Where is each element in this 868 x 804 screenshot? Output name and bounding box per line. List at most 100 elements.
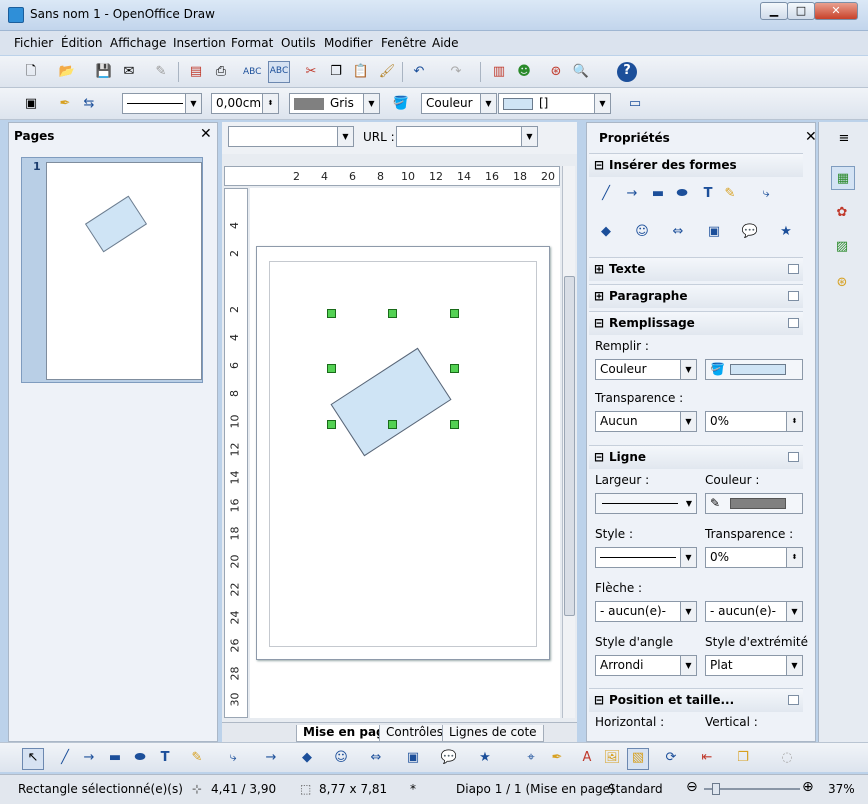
chart-icon[interactable]: ▥ xyxy=(490,63,508,81)
more-options-icon[interactable] xyxy=(788,318,799,328)
ellipse-tool-icon[interactable]: ⬬ xyxy=(131,749,149,767)
drawing-canvas[interactable] xyxy=(250,188,560,718)
flowchart-tool-icon[interactable]: ▣ xyxy=(404,749,422,767)
corner-style-dropdown[interactable]: Arrondi ▼ xyxy=(595,655,697,676)
line-width-input[interactable]: 0,00cm ⬍ xyxy=(211,93,279,114)
maximize-button[interactable]: □ xyxy=(787,2,815,20)
tab-dimension-lines[interactable]: Lignes de cote xyxy=(442,725,544,742)
menu-aide[interactable]: Aide xyxy=(432,36,459,50)
edit-file-icon[interactable]: ✎ xyxy=(152,63,170,81)
fontwork-icon[interactable]: A xyxy=(578,749,596,767)
arrow-end-dropdown[interactable]: - aucun(e)- ▼ xyxy=(705,601,803,622)
selection-handle[interactable] xyxy=(450,364,459,373)
fill-type-select[interactable]: Couleur ▼ xyxy=(421,93,497,114)
connector-shape-icon[interactable]: ⤷ xyxy=(757,185,775,203)
selection-handle[interactable] xyxy=(450,309,459,318)
transparency-percent-input[interactable]: 0% ⬍ xyxy=(705,411,803,432)
symbol-shapes-tool-icon[interactable]: ☺ xyxy=(332,749,350,767)
redo-icon[interactable]: ↷ xyxy=(447,63,465,81)
menu-modifier[interactable]: Modifier xyxy=(324,36,373,50)
section-paragraph[interactable]: ⊞ Paragraphe xyxy=(589,284,803,308)
basic-shapes-icon[interactable]: ◆ xyxy=(597,223,615,241)
basic-shapes-tool-icon[interactable]: ◆ xyxy=(298,749,316,767)
shadow-icon[interactable]: ▭ xyxy=(626,95,644,113)
section-shapes[interactable]: ⊟ Insérer des formes xyxy=(589,153,803,177)
block-arrows-icon[interactable]: ⇔ xyxy=(669,223,687,241)
print-icon[interactable]: ⎙ xyxy=(212,63,230,81)
menu-insertion[interactable]: Insertion xyxy=(173,36,226,50)
rectangle-tool-icon[interactable]: ▬ xyxy=(106,749,124,767)
selection-handle[interactable] xyxy=(327,364,336,373)
sidebar-menu-icon[interactable]: ≡ xyxy=(835,130,853,148)
toggle-3d-icon[interactable]: ◌ xyxy=(778,749,796,767)
zoom-out-icon[interactable]: ⊖ xyxy=(686,779,698,795)
spellcheck-icon[interactable]: ABC xyxy=(243,63,261,81)
selection-handle[interactable] xyxy=(388,309,397,318)
menu-fichier[interactable]: Fichier xyxy=(14,36,53,50)
selection-handle[interactable] xyxy=(327,420,336,429)
arrange-icon[interactable]: ❐ xyxy=(734,749,752,767)
undo-icon[interactable]: ↶ xyxy=(410,63,428,81)
zoom-in-icon[interactable]: ⊕ xyxy=(802,779,814,795)
transparency-dropdown[interactable]: Aucun ▼ xyxy=(595,411,697,432)
extrusion-icon[interactable]: ▧ xyxy=(627,748,649,770)
copy-icon[interactable]: ❐ xyxy=(327,63,345,81)
stars-icon[interactable]: ★ xyxy=(777,223,795,241)
line-transparency-input[interactable]: 0% ⬍ xyxy=(705,547,803,568)
rotate-icon[interactable]: ⟳ xyxy=(662,749,680,767)
open-folder-icon[interactable]: 📂 xyxy=(58,63,76,81)
scroll-thumb[interactable] xyxy=(564,276,575,616)
save-icon[interactable]: 💾 xyxy=(95,63,113,81)
menu-outils[interactable]: Outils xyxy=(281,36,316,50)
minimize-button[interactable]: ▁ xyxy=(760,2,788,20)
help-icon[interactable]: ? xyxy=(617,62,637,82)
flowchart-icon[interactable]: ▣ xyxy=(705,223,723,241)
line-style-dropdown[interactable]: ▼ xyxy=(595,547,697,568)
properties-close-icon[interactable]: ✕ xyxy=(805,129,815,145)
tab-controls[interactable]: Contrôles xyxy=(379,725,451,742)
more-options-icon[interactable] xyxy=(788,452,799,462)
line-icon[interactable]: ✒ xyxy=(56,95,74,113)
zoom-icon[interactable]: 🔍 xyxy=(572,63,590,81)
more-options-icon[interactable] xyxy=(788,264,799,274)
email-icon[interactable]: ✉ xyxy=(120,63,138,81)
callouts-tool-icon[interactable]: 💬 xyxy=(440,749,458,767)
menu-edition[interactable]: Édition xyxy=(61,36,103,50)
select-pointer-icon[interactable]: ↖ xyxy=(22,748,44,770)
selection-handle[interactable] xyxy=(327,309,336,318)
export-pdf-icon[interactable]: ▤ xyxy=(187,63,205,81)
navigator-tab-icon[interactable]: ⊛ xyxy=(833,274,851,292)
section-text[interactable]: ⊞ Texte xyxy=(589,257,803,281)
points-icon[interactable]: ⌖ xyxy=(522,749,540,767)
line-width-dropdown[interactable]: ▼ xyxy=(595,493,697,514)
properties-tab-icon[interactable]: ▦ xyxy=(831,166,855,190)
arrow-style-icon[interactable]: ⇆ xyxy=(80,95,98,113)
callouts-icon[interactable]: 💬 xyxy=(741,223,759,241)
line-style-select[interactable]: ▼ xyxy=(122,93,202,114)
curve-tool-icon[interactable]: ✎ xyxy=(188,749,206,767)
selection-handle[interactable] xyxy=(388,420,397,429)
curve-shape-icon[interactable]: ✎ xyxy=(721,185,739,203)
more-options-icon[interactable] xyxy=(788,291,799,301)
clone-format-icon[interactable]: 🖌 xyxy=(378,63,396,81)
zoom-slider-thumb[interactable] xyxy=(712,783,720,795)
line-color-select[interactable]: Gris ▼ xyxy=(289,93,380,114)
cap-style-dropdown[interactable]: Plat ▼ xyxy=(705,655,803,676)
connector-tool-icon[interactable]: ⤷ xyxy=(224,749,242,767)
fill-type-dropdown[interactable]: Couleur ▼ xyxy=(595,359,697,380)
block-arrows-tool-icon[interactable]: ⇔ xyxy=(367,749,385,767)
fill-bucket-icon[interactable]: 🪣 xyxy=(392,95,410,113)
section-position[interactable]: ⊟ Position et taille... xyxy=(589,688,803,712)
page-thumbnail[interactable] xyxy=(46,162,202,380)
autospell-icon[interactable]: ABC xyxy=(268,61,290,83)
close-button[interactable]: ✕ xyxy=(814,2,858,20)
line-tool-icon[interactable]: ╱ xyxy=(56,749,74,767)
vertical-scrollbar[interactable] xyxy=(562,166,575,718)
section-fill[interactable]: ⊟ Remplissage xyxy=(589,311,803,335)
selection-handle[interactable] xyxy=(450,420,459,429)
drawing-page[interactable] xyxy=(256,246,550,660)
ellipse-shape-icon[interactable]: ⬬ xyxy=(673,185,691,203)
target-frame-select[interactable]: ▼ xyxy=(228,126,354,147)
more-options-icon[interactable] xyxy=(788,695,799,705)
url-input[interactable]: ▼ xyxy=(396,126,538,147)
